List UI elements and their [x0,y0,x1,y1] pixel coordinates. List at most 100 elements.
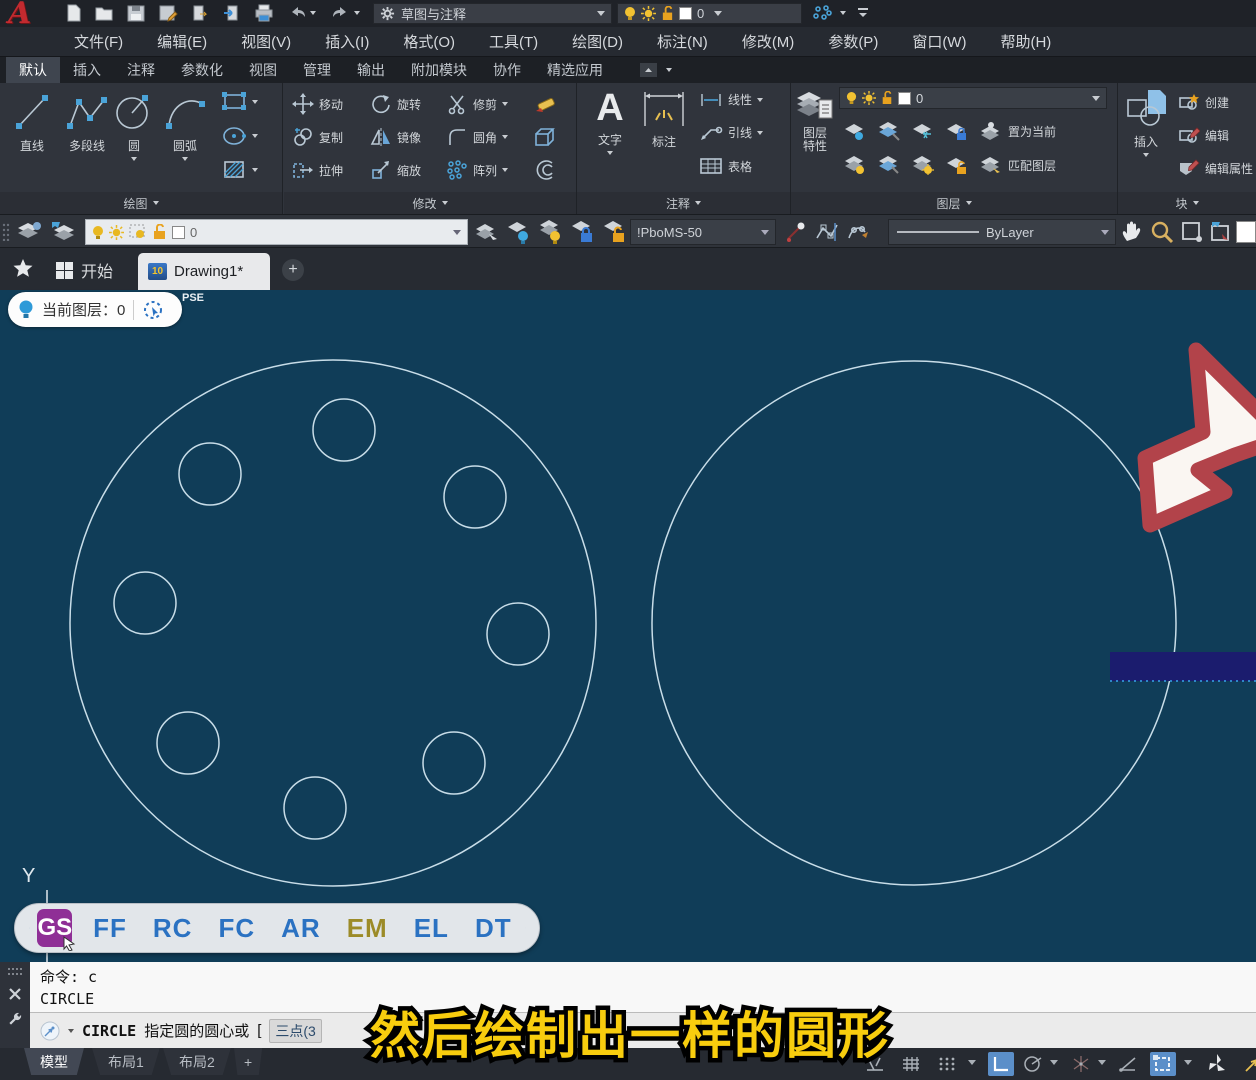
stretch-button[interactable]: 拉伸 [292,159,343,181]
menu-dimension[interactable]: 标注(N) [657,31,708,52]
erase-button[interactable] [532,93,558,115]
layer-thaw-icon[interactable] [911,155,935,175]
previous-layer-icon[interactable] [50,220,78,244]
ribbon-tab-annotate[interactable]: 注释 [114,57,168,83]
leader-button[interactable]: 引线 [699,124,763,141]
menu-insert[interactable]: 插入(I) [325,31,369,52]
dimension-button[interactable]: 标注 [639,88,689,150]
drawing-tab-active[interactable]: 10 Drawing1* [138,253,270,290]
bolt-hole-circle[interactable] [313,399,375,461]
line-button[interactable]: 直线 [6,88,58,154]
layout1-tab[interactable]: 布局1 [92,1048,160,1075]
menu-edit[interactable]: 编辑(E) [157,31,207,52]
layer-unlock-icon[interactable] [945,155,969,175]
zoom-magnifier-icon[interactable] [1150,220,1174,244]
wrench-icon[interactable] [7,1011,23,1027]
save-as-icon[interactable] [158,4,178,22]
menu-window[interactable]: 窗口(W) [912,31,966,52]
node-group-icon[interactable] [812,4,832,22]
bolt-hole-circle[interactable] [444,466,506,528]
menu-view[interactable]: 视图(V) [241,31,291,52]
scale-button[interactable]: 缩放 [370,159,421,181]
zoom-window-icon[interactable] [1180,220,1204,244]
model-tab[interactable]: 模型 [24,1048,84,1075]
circle-button[interactable]: 圆 [112,88,156,161]
shortcut-gs-button[interactable]: GS [37,909,72,947]
ribbon-minimize-button[interactable] [640,57,672,83]
panel-label-modify[interactable]: 修改 [284,192,576,214]
save-icon[interactable] [126,4,146,22]
ribbon-tab-home[interactable]: 默认 [6,57,60,83]
command-options-caret[interactable] [68,1029,74,1033]
annotation-scale-icon[interactable] [1240,1052,1256,1076]
annotation-visibility-icon[interactable] [1204,1052,1230,1076]
layer-properties-toolbar-icon[interactable] [16,220,44,244]
layer-unlock-yellow-icon[interactable] [602,220,628,244]
shortcut-ar[interactable]: AR [268,913,334,944]
shortcut-el[interactable]: EL [401,913,462,944]
ribbon-tab-output[interactable]: 输出 [344,57,398,83]
layer-bulb-yellow-icon[interactable] [538,220,564,244]
edit-block-button[interactable]: 编辑 [1178,126,1229,144]
color-swatch-current[interactable] [1236,221,1256,243]
layer-bulb-blue-icon[interactable] [506,220,532,244]
array-button[interactable]: 阵列 [446,159,508,181]
qat-layer-dropdown[interactable]: 0 [617,3,802,24]
menu-format[interactable]: 格式(O) [403,31,455,52]
shortcut-dt[interactable]: DT [462,913,525,944]
shortcut-ff[interactable]: FF [80,913,140,944]
undo-dropdown-caret[interactable] [310,11,316,15]
command-grip[interactable] [7,967,23,977]
insert-block-button[interactable]: 插入 [1122,88,1170,157]
layer-isolate-icon[interactable] [877,121,901,141]
undo-icon[interactable] [288,4,308,22]
copy-button[interactable]: 复制 [292,126,343,148]
command-compass-icon[interactable] [40,1021,60,1041]
polar-tracking-icon[interactable] [1020,1052,1046,1076]
ortho-toggle-icon[interactable] [988,1052,1014,1076]
layer-properties-button[interactable]: 图层特性 [793,88,837,153]
menu-file[interactable]: 文件(F) [74,31,123,52]
new-file-icon[interactable] [64,4,84,22]
ellipse-button[interactable] [222,125,258,147]
ribbon-tab-view[interactable]: 视图 [236,57,290,83]
ribbon-tab-manage[interactable]: 管理 [290,57,344,83]
polar-caret[interactable] [1050,1060,1058,1065]
drawing-canvas[interactable]: Y 当前图层：0 PSE GS FF RC FC AR EM [0,290,1256,962]
spline-edit-icon[interactable] [846,221,872,243]
left-plate-circle[interactable] [70,360,596,886]
mirror-button[interactable]: 镜像 [370,126,421,148]
linear-dim-button[interactable]: 线性 [699,91,763,108]
object-snap-tracking-icon[interactable] [1116,1052,1142,1076]
layer-freeze-icon[interactable] [911,121,935,141]
layer-lock-icon[interactable] [945,121,969,141]
isodraft-caret[interactable] [1098,1060,1106,1065]
favorites-star-icon[interactable] [12,258,34,280]
menu-draw[interactable]: 绘图(D) [572,31,623,52]
menu-tools[interactable]: 工具(T) [489,31,538,52]
pan-hand-icon[interactable] [1120,220,1144,244]
new-layout-button[interactable]: + [234,1048,262,1075]
ribbon-tab-insert[interactable]: 插入 [60,57,114,83]
ribbon-tab-featured[interactable]: 精选应用 [534,57,616,83]
redo-dropdown-caret[interactable] [354,11,360,15]
move-button[interactable]: 移动 [292,93,343,115]
circle-split-caret[interactable] [131,157,137,161]
print-icon[interactable] [254,4,274,22]
layer-lock-blue-icon[interactable] [570,220,596,244]
new-drawing-tab-button[interactable]: + [282,259,304,281]
text-button[interactable]: A 文字 [587,88,633,155]
redo-icon[interactable] [330,4,350,22]
panel-label-layers[interactable]: 图层 [791,192,1117,214]
close-icon[interactable] [8,987,22,1001]
rotate-button[interactable]: 旋转 [370,93,421,115]
make-current-icon[interactable] [474,220,500,244]
start-tab[interactable]: 开始 [56,258,113,282]
object-snap-icon[interactable] [1150,1052,1176,1076]
layer-unisolate-icon[interactable] [877,155,901,175]
shortcut-em[interactable]: EM [334,913,401,944]
export-icon[interactable] [222,4,242,22]
toolbar-layer-dropdown[interactable]: 0 [85,219,468,245]
menu-parametric[interactable]: 参数(P) [828,31,878,52]
node-edit-icon[interactable] [784,221,808,243]
